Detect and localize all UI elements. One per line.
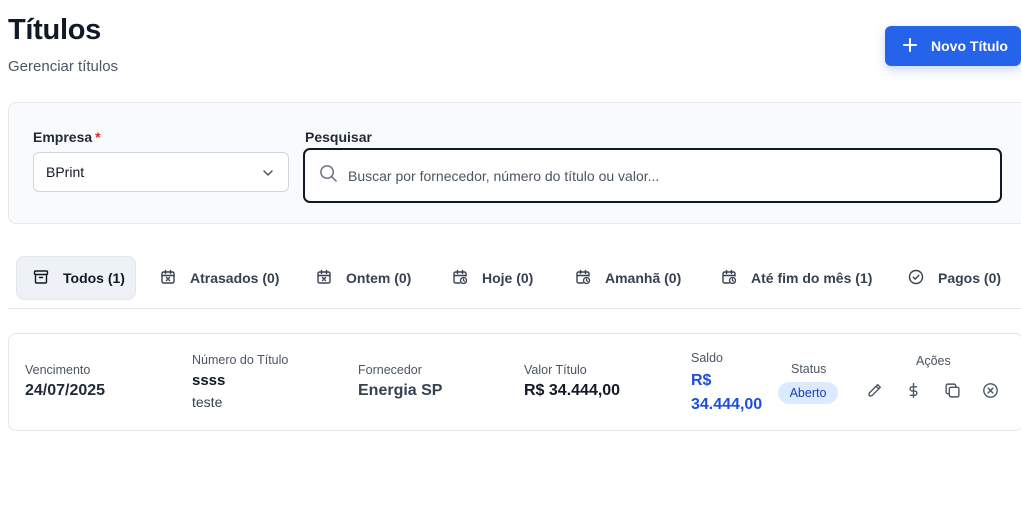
status-label: Status (791, 362, 827, 376)
search-box[interactable] (303, 148, 1002, 203)
calendar-clock-icon (721, 269, 737, 288)
acoes-label: Ações (916, 354, 951, 368)
tab-hoje[interactable]: Hoje (0) (436, 256, 533, 300)
required-mark: * (95, 129, 101, 145)
search-icon (319, 164, 338, 188)
tab-ontem[interactable]: Ontem (0) (300, 256, 411, 300)
duplicate-button[interactable] (942, 383, 962, 403)
tab-ate-fim-do-mes[interactable]: Até fim do mês (1) (705, 256, 872, 300)
search-input[interactable] (348, 167, 968, 184)
empresa-select-value: BPrint (46, 164, 85, 180)
saldo-label: Saldo (691, 351, 723, 365)
numero-label: Número do Título (192, 353, 289, 367)
fornecedor-value: Energia SP (358, 382, 443, 399)
page-subtitle: Gerenciar títulos (8, 58, 119, 75)
dollar-icon (905, 382, 922, 404)
new-title-button[interactable]: Novo Título (885, 26, 1021, 66)
edit-button[interactable] (864, 383, 884, 403)
chevron-down-icon (262, 166, 274, 178)
calendar-clock-icon (452, 269, 468, 288)
saldo-value: R$ 34.444,00 (691, 372, 763, 413)
descricao-value: teste (192, 394, 223, 410)
archive-icon (33, 269, 49, 288)
title-card[interactable]: Vencimento 24/07/2025 Número do Título s… (8, 333, 1021, 431)
tab-hoje-label: Hoje (0) (482, 270, 534, 286)
new-title-button-label: Novo Título (931, 38, 1008, 54)
filters-panel: Empresa * BPrint Pesquisar (8, 102, 1021, 224)
tab-amanha[interactable]: Amanhã (0) (559, 256, 681, 300)
tab-ate-fim-do-mes-label: Até fim do mês (1) (751, 270, 873, 286)
valor-label: Valor Título (524, 363, 587, 377)
vencimento-value: 24/07/2025 (25, 382, 106, 399)
status-badge: Aberto (778, 382, 838, 404)
tab-pagos-label: Pagos (0) (938, 270, 1002, 286)
numero-value: ssss (192, 372, 226, 389)
valor-value: R$ 34.444,00 (524, 382, 621, 399)
empresa-select[interactable]: BPrint (33, 152, 289, 192)
fornecedor-label: Fornecedor (358, 363, 422, 377)
check-circle-icon (908, 269, 924, 288)
tab-todos[interactable]: Todos (1) (16, 256, 136, 300)
cancel-button[interactable] (980, 383, 1000, 403)
vencimento-label: Vencimento (25, 363, 91, 377)
tab-todos-label: Todos (1) (63, 270, 125, 286)
calendar-x-icon (160, 269, 176, 288)
calendar-x-icon (316, 269, 332, 288)
tab-atrasados[interactable]: Atrasados (0) (144, 256, 279, 300)
page-title: Títulos (8, 14, 101, 46)
copy-icon (944, 382, 961, 404)
pencil-icon (866, 382, 883, 404)
tab-amanha-label: Amanhã (0) (605, 270, 682, 286)
tab-pagos[interactable]: Pagos (0) (892, 256, 1001, 300)
tab-atrasados-label: Atrasados (0) (190, 270, 280, 286)
plus-icon (903, 37, 917, 55)
pay-button[interactable] (903, 382, 923, 404)
tab-ontem-label: Ontem (0) (346, 270, 412, 286)
search-label: Pesquisar (305, 129, 372, 145)
x-circle-icon (982, 382, 999, 404)
calendar-clock-icon (575, 269, 591, 288)
tabs-bar: Todos (1) Atrasados (0) Ontem (0) Hoje (… (8, 256, 1021, 309)
empresa-label: Empresa * (33, 129, 101, 145)
